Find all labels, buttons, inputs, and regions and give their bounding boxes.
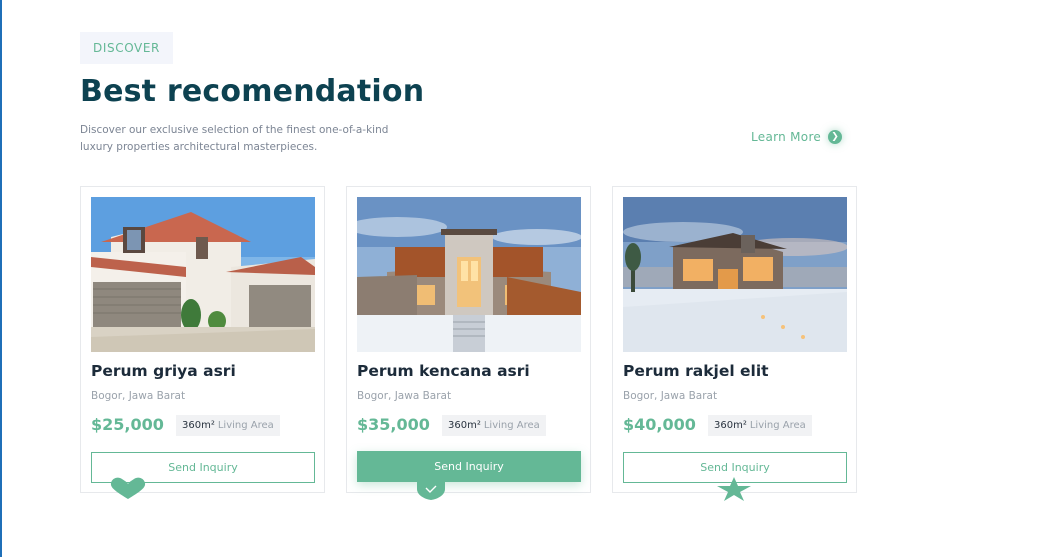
left-edge-rule [0, 0, 2, 557]
property-name: Perum griya asri [91, 362, 236, 380]
living-area-value: 360m² [448, 420, 481, 431]
property-card[interactable]: Perum griya asri Bogor, Jawa Barat $25,0… [80, 186, 325, 493]
property-photo [357, 197, 581, 352]
section-badge: DISCOVER [80, 32, 173, 64]
winter-house-illustration [623, 197, 847, 352]
living-area-label: Living Area [217, 420, 274, 431]
property-location: Bogor, Jawa Barat [91, 390, 186, 402]
property-photo [623, 197, 847, 352]
section-subtitle: Discover our exclusive selection of the … [80, 124, 389, 153]
modern-house-snow-illustration [357, 197, 581, 352]
property-name: Perum rakjel elit [623, 362, 769, 380]
learn-more-link[interactable]: Learn More ❯ [751, 130, 843, 144]
living-area-value: 360m² [714, 420, 747, 431]
property-card[interactable]: Perum kencana asri Bogor, Jawa Barat $35… [346, 186, 591, 493]
property-price: $40,000 [623, 415, 696, 434]
living-area-tag: 360m² Living Area [708, 415, 812, 436]
section-title: Best recomendation [80, 74, 425, 109]
living-area-label: Living Area [483, 420, 540, 431]
property-photo [91, 197, 315, 352]
living-area-value: 360m² [182, 420, 215, 431]
property-price: $35,000 [357, 415, 430, 434]
arrow-right-icon: ❯ [828, 130, 843, 144]
living-area-tag: 360m² Living Area [442, 415, 546, 436]
heart-icon [110, 477, 146, 499]
property-name: Perum kencana asri [357, 362, 530, 380]
property-location: Bogor, Jawa Barat [623, 390, 718, 402]
living-area-tag: 360m² Living Area [176, 415, 280, 436]
shield-check-icon [417, 479, 445, 500]
living-area-label: Living Area [749, 420, 806, 431]
property-price: $25,000 [91, 415, 164, 434]
learn-more-label: Learn More [751, 130, 822, 144]
property-location: Bogor, Jawa Barat [357, 390, 452, 402]
star-icon [717, 477, 751, 501]
white-villa-illustration [91, 197, 315, 352]
property-card[interactable]: Perum rakjel elit Bogor, Jawa Barat $40,… [612, 186, 857, 493]
send-inquiry-button[interactable]: Send Inquiry [357, 451, 581, 482]
